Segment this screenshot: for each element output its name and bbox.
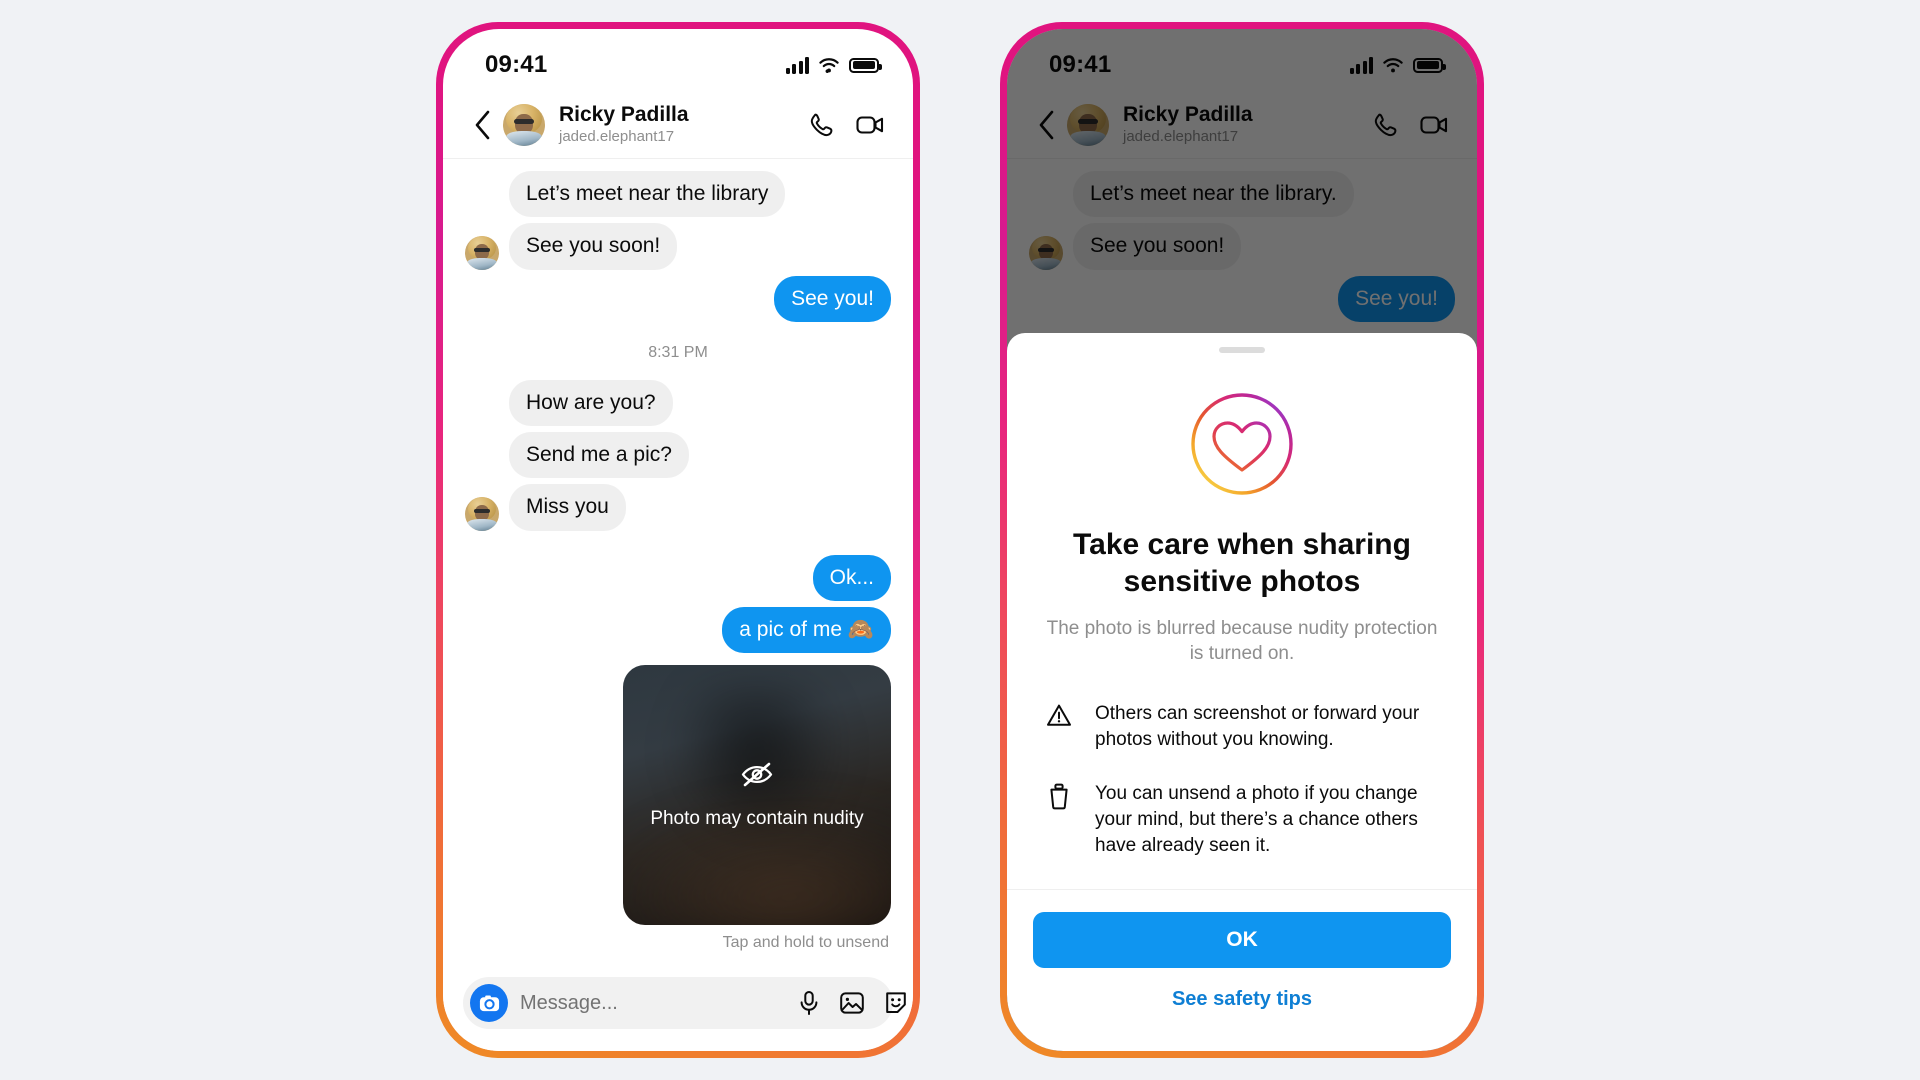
- avatar-slot: [465, 496, 499, 531]
- list-item-text: You can unsend a photo if you change you…: [1095, 782, 1418, 857]
- wifi-icon: [819, 57, 839, 73]
- avatar[interactable]: [465, 496, 499, 531]
- message-bubble[interactable]: See you soon!: [509, 223, 678, 270]
- see-safety-tips-link[interactable]: See safety tips: [1033, 988, 1451, 1011]
- message-bubble[interactable]: See you!: [774, 275, 891, 322]
- right-phone-screen: 09:41: [1007, 29, 1477, 1051]
- list-item-text: Others can screenshot or forward your ph…: [1095, 702, 1420, 750]
- warning-triangle-icon: [1045, 701, 1073, 728]
- sheet-title: Take care when sharing sensitive photos: [1073, 528, 1411, 599]
- composer-bar: [463, 977, 906, 1029]
- contact-handle: jaded.elephant17: [559, 128, 675, 146]
- header-actions: [807, 111, 885, 139]
- ok-button[interactable]: OK: [1033, 912, 1451, 968]
- message-row[interactable]: Miss you: [465, 484, 891, 531]
- message-row[interactable]: a pic of me 🙈: [465, 606, 891, 653]
- chat-header: Ricky Padilla jaded.elephant17: [443, 91, 913, 159]
- avatar[interactable]: [465, 235, 499, 270]
- sheet-footer: OK See safety tips: [1007, 890, 1477, 1051]
- status-bar: 09:41: [443, 29, 913, 91]
- message-composer: [443, 967, 913, 1051]
- message-bubble[interactable]: How are you?: [509, 379, 673, 426]
- right-phone-frame: 09:41: [1000, 22, 1484, 1058]
- message-row[interactable]: Let’s meet near the library: [465, 171, 891, 218]
- status-time: 09:41: [485, 51, 548, 78]
- list-item: You can unsend a photo if you change you…: [1045, 781, 1439, 860]
- message-row[interactable]: Ok...: [465, 554, 891, 601]
- photo-attachment-wrap: Photo may contain nudity Tap and hold to…: [465, 665, 891, 952]
- message-bubble[interactable]: Miss you: [509, 484, 626, 531]
- sheet-bullet-list: Others can screenshot or forward your ph…: [1041, 701, 1443, 860]
- avatar-slot: [465, 235, 499, 270]
- photo-gallery-icon[interactable]: [839, 990, 865, 1016]
- status-icons: [785, 57, 882, 74]
- phone-call-icon[interactable]: [807, 111, 835, 139]
- list-item: Others can screenshot or forward your ph…: [1045, 701, 1439, 753]
- battery-icon: [849, 57, 882, 73]
- screenshot-stage: 09:41 Ricky Padilla jaded.elephant17 Let…: [0, 0, 1920, 1080]
- chevron-left-icon: [475, 110, 490, 139]
- message-list[interactable]: Let’s meet near the library See you soon…: [443, 159, 913, 967]
- gradient-heart-circle-icon: [1187, 389, 1297, 504]
- unsend-hint: Tap and hold to unsend: [722, 934, 889, 951]
- contact-name: Ricky Padilla: [559, 102, 689, 126]
- avatar[interactable]: [503, 103, 545, 146]
- message-row[interactable]: Send me a pic?: [465, 432, 891, 479]
- sheet-body: Take care when sharing sensitive photos …: [1007, 353, 1477, 890]
- safety-bottom-sheet: Take care when sharing sensitive photos …: [1007, 333, 1477, 1051]
- eye-off-icon: [738, 758, 776, 795]
- composer-icons: [797, 990, 909, 1016]
- blurred-photo-attachment[interactable]: Photo may contain nudity: [623, 665, 891, 925]
- microphone-icon[interactable]: [797, 990, 821, 1016]
- video-camera-icon[interactable]: [855, 111, 885, 139]
- signal-bars-icon: [785, 57, 809, 74]
- trash-can-icon: [1045, 781, 1073, 810]
- message-bubble[interactable]: Send me a pic?: [509, 432, 689, 479]
- message-bubble[interactable]: a pic of me 🙈: [722, 606, 891, 653]
- photo-warning-label: Photo may contain nudity: [650, 808, 864, 830]
- message-row[interactable]: How are you?: [465, 379, 891, 426]
- message-bubble[interactable]: Let’s meet near the library: [509, 171, 786, 218]
- message-bubble[interactable]: Ok...: [812, 554, 891, 601]
- left-phone-screen: 09:41 Ricky Padilla jaded.elephant17 Let…: [443, 29, 913, 1051]
- back-button[interactable]: [465, 103, 499, 147]
- sticker-icon[interactable]: [883, 990, 909, 1016]
- message-row[interactable]: See you!: [465, 275, 891, 322]
- left-phone-frame: 09:41 Ricky Padilla jaded.elephant17 Let…: [436, 22, 920, 1058]
- message-timestamp: 8:31 PM: [648, 343, 708, 361]
- sheet-subtitle: The photo is blurred because nudity prot…: [1046, 618, 1438, 665]
- header-name-block[interactable]: Ricky Padilla jaded.elephant17: [559, 103, 807, 147]
- search-input message-input[interactable]: [520, 991, 785, 1015]
- message-row[interactable]: See you soon!: [465, 223, 891, 270]
- camera-icon[interactable]: [470, 984, 508, 1022]
